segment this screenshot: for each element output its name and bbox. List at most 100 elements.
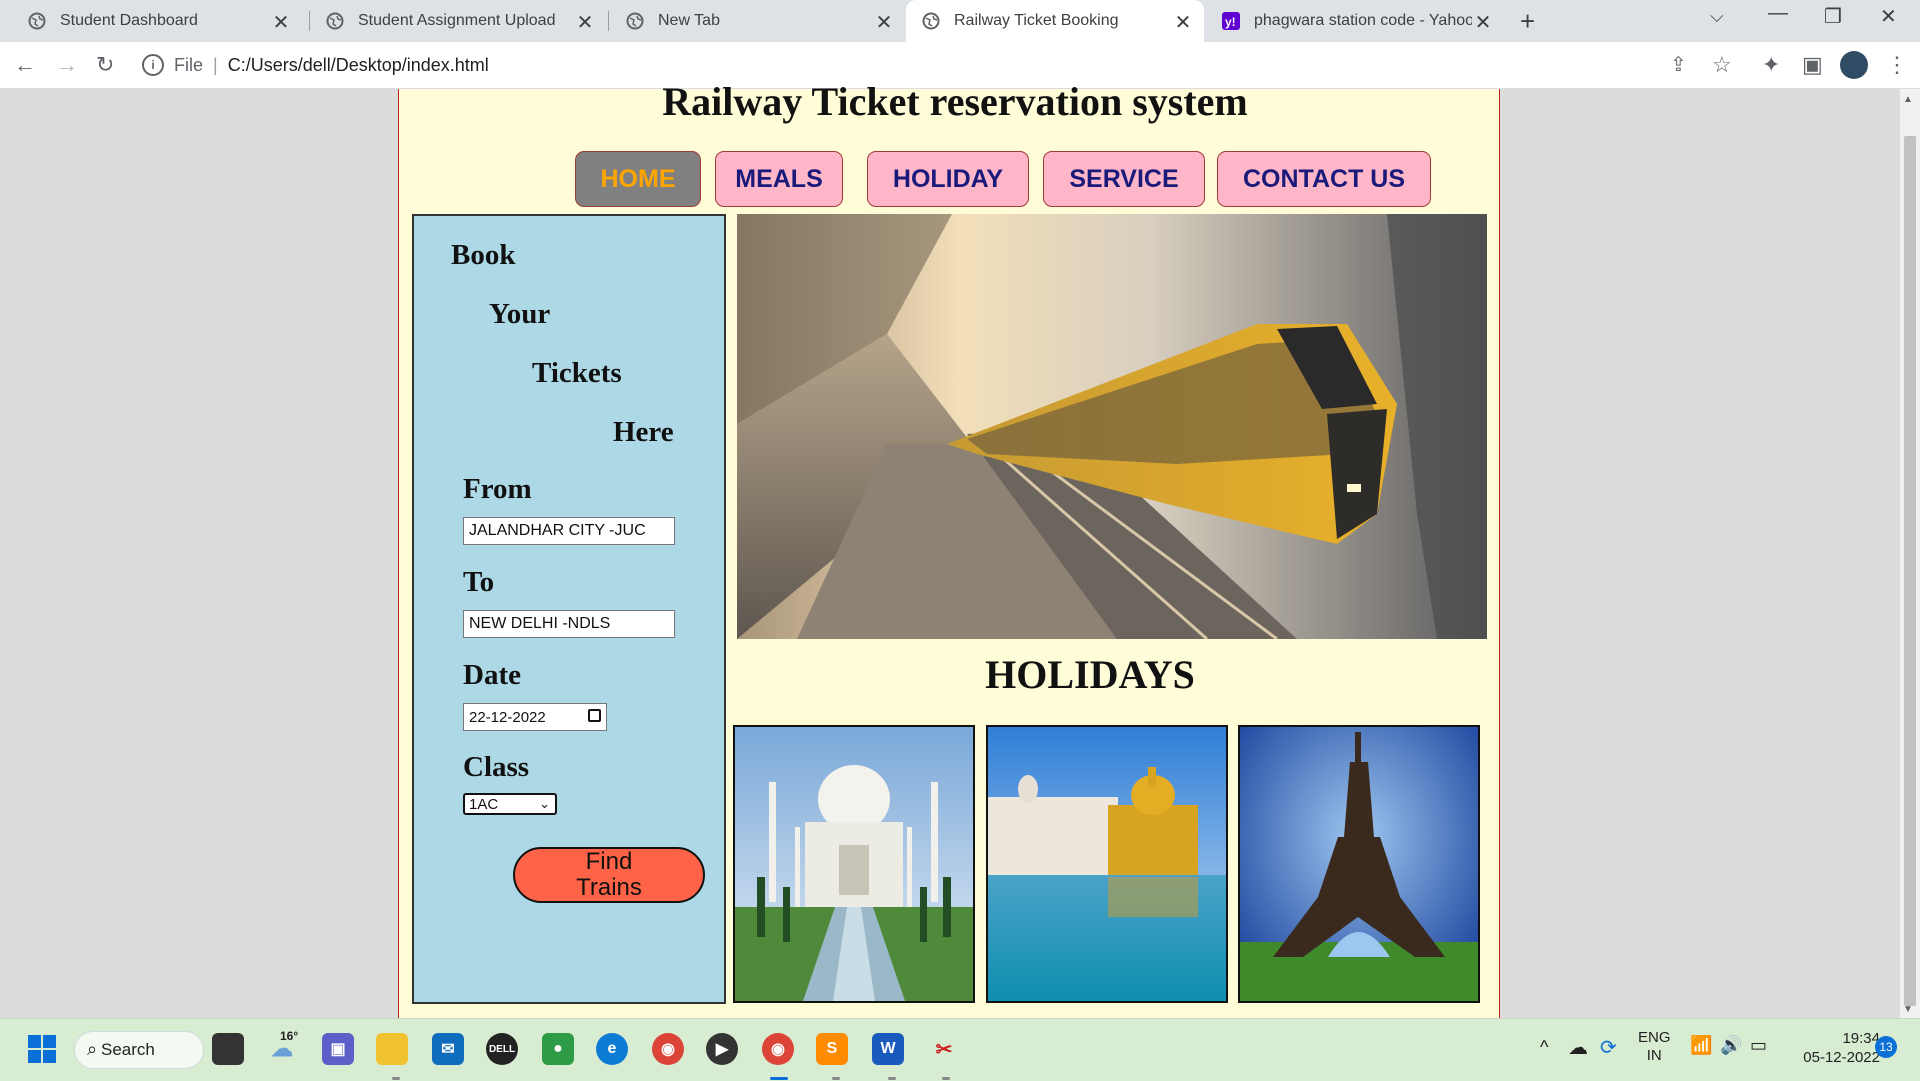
nav-holiday[interactable]: HOLIDAY	[867, 151, 1029, 207]
wifi-icon[interactable]: 📶	[1690, 1035, 1712, 1056]
chrome-icon[interactable]: ◉	[652, 1033, 684, 1065]
onedrive-icon[interactable]: ☁	[1568, 1035, 1588, 1060]
close-tab-icon[interactable]: ✕	[873, 10, 895, 35]
clock-time: 19:34	[1842, 1030, 1880, 1047]
new-tab-icon[interactable]: +	[1520, 6, 1535, 37]
side-panel-icon[interactable]: ▣	[1802, 52, 1823, 78]
volume-icon[interactable]: 🔊	[1720, 1035, 1742, 1056]
language-indicator[interactable]: ENG IN	[1638, 1029, 1671, 1065]
taskbar-search[interactable]: ⌕ Search	[74, 1031, 204, 1069]
forward-icon[interactable]: →	[56, 52, 78, 78]
tab-railway-ticket-booking[interactable]: Railway Ticket Booking ✕	[906, 0, 1204, 42]
notification-badge[interactable]: 13	[1875, 1036, 1897, 1058]
file-explorer-icon[interactable]	[376, 1033, 408, 1065]
menu-kebab-icon[interactable]: ⋮	[1886, 52, 1908, 78]
slogan-line: Book	[451, 239, 516, 271]
address-bar[interactable]: i File | C:/Users/dell/Desktop/index.htm…	[142, 50, 489, 80]
calendar-icon[interactable]	[588, 709, 601, 722]
from-input[interactable]: JALANDHAR CITY -JUC	[463, 517, 675, 545]
tray-chevron-up-icon[interactable]: ^	[1540, 1037, 1548, 1058]
booking-panel: Book Your Tickets Here From JALANDHAR CI…	[412, 214, 726, 1004]
lang-line2: IN	[1646, 1047, 1662, 1064]
slogan-line: Your	[489, 298, 551, 330]
tab-student-dashboard[interactable]: Student Dashboard ✕	[12, 0, 302, 42]
scroll-down-icon[interactable]: ▼	[1903, 1004, 1913, 1015]
globe-icon	[626, 12, 644, 30]
lang-line1: ENG	[1638, 1029, 1671, 1046]
sublime-text-icon[interactable]: S	[816, 1033, 848, 1065]
tab-student-assignment-upload[interactable]: Student Assignment Upload ✕	[310, 0, 606, 42]
railway-page: Railway Ticket reservation system HOME M…	[398, 79, 1500, 1018]
mail-icon[interactable]: ✉	[432, 1033, 464, 1065]
battery-icon[interactable]: ▭	[1750, 1035, 1767, 1056]
class-select[interactable]: 1AC ⌄	[463, 793, 557, 815]
to-input[interactable]: NEW DELHI -NDLS	[463, 610, 675, 638]
extensions-puzzle-icon[interactable]: ✦	[1762, 52, 1780, 78]
chrome-active-icon[interactable]: ◉	[762, 1033, 794, 1065]
tab-yahoo-search[interactable]: y! phagwara station code - Yahoo In ✕	[1206, 0, 1504, 42]
sync-icon[interactable]: ⟳	[1600, 1035, 1617, 1060]
task-view-icon[interactable]	[212, 1033, 244, 1065]
close-window-icon[interactable]: ✕	[1880, 4, 1897, 29]
tab-new-tab[interactable]: New Tab ✕	[610, 0, 905, 42]
yahoo-icon: y!	[1222, 12, 1240, 30]
tab-title: Student Assignment Upload	[358, 12, 556, 29]
media-player-icon[interactable]: ▶	[706, 1033, 738, 1065]
minimize-icon[interactable]: —	[1768, 2, 1788, 25]
weather-widget-icon[interactable]: 16° ☁	[266, 1029, 298, 1065]
globe-icon	[922, 12, 940, 30]
nav-home[interactable]: HOME	[575, 151, 701, 207]
browser-tab-strip: Student Dashboard ✕ Student Assignment U…	[0, 0, 1920, 42]
slogan-line: Here	[613, 416, 674, 448]
scheme-label: File	[174, 54, 204, 75]
holiday-image-taj-mahal[interactable]	[733, 725, 975, 1003]
whatsapp-icon[interactable]: ●	[542, 1033, 574, 1065]
date-input[interactable]: 22-12-2022	[463, 703, 607, 731]
word-icon[interactable]: W	[872, 1033, 904, 1065]
url-text[interactable]: C:/Users/dell/Desktop/index.html	[228, 55, 489, 76]
teams-chat-icon[interactable]: ▣	[322, 1033, 354, 1065]
close-tab-icon[interactable]: ✕	[1472, 10, 1494, 35]
clock-date: 05-12-2022	[1803, 1049, 1880, 1066]
globe-icon	[326, 12, 344, 30]
slogan-line: Tickets	[532, 357, 622, 389]
chevron-down-icon: ⌄	[539, 796, 550, 811]
info-icon[interactable]: i	[142, 54, 164, 76]
clock[interactable]: 19:34 05-12-2022	[1790, 1029, 1880, 1067]
snipping-tool-icon[interactable]: ✂	[928, 1033, 960, 1065]
class-label: Class	[463, 751, 530, 783]
back-icon[interactable]: ←	[14, 52, 36, 78]
close-tab-icon[interactable]: ✕	[270, 10, 292, 35]
windows-start-icon[interactable]	[26, 1033, 58, 1065]
nav-meals[interactable]: MEALS	[715, 151, 843, 207]
nav-contact-us[interactable]: CONTACT US	[1217, 151, 1431, 207]
scrollbar-thumb[interactable]	[1904, 136, 1916, 1006]
class-value: 1AC	[469, 796, 499, 813]
holiday-image-eiffel-tower[interactable]	[1238, 725, 1480, 1003]
svg-text:y!: y!	[1225, 15, 1236, 29]
tab-title: New Tab	[658, 12, 720, 29]
date-value: 22-12-2022	[469, 709, 546, 726]
site-title: Railway Ticket reservation system	[662, 79, 1248, 124]
tab-search-chevron-icon[interactable]: ⌵	[1710, 6, 1724, 27]
nav-service[interactable]: SERVICE	[1043, 151, 1205, 207]
search-label: Search	[101, 1040, 155, 1059]
to-label: To	[463, 566, 495, 598]
tab-title: Student Dashboard	[60, 12, 198, 29]
find-trains-button[interactable]: Find Trains	[513, 847, 705, 903]
scroll-up-icon[interactable]: ▲	[1903, 94, 1913, 105]
search-icon: ⌕	[87, 1039, 98, 1059]
close-tab-icon[interactable]: ✕	[574, 10, 596, 35]
from-label: From	[463, 473, 532, 505]
tab-title: Railway Ticket Booking	[954, 12, 1119, 29]
profile-avatar[interactable]	[1840, 51, 1868, 79]
share-icon[interactable]: ⇪	[1670, 52, 1687, 77]
holiday-image-golden-temple[interactable]	[986, 725, 1228, 1003]
dell-icon[interactable]: DELL	[486, 1033, 518, 1065]
weather-temp: 16°	[280, 1029, 299, 1043]
close-tab-icon[interactable]: ✕	[1172, 10, 1194, 35]
reload-icon[interactable]: ↻	[96, 52, 114, 78]
restore-icon[interactable]: ❐	[1824, 4, 1842, 29]
edge-browser-icon[interactable]: e	[596, 1033, 628, 1065]
bookmark-star-icon[interactable]: ☆	[1712, 52, 1732, 78]
